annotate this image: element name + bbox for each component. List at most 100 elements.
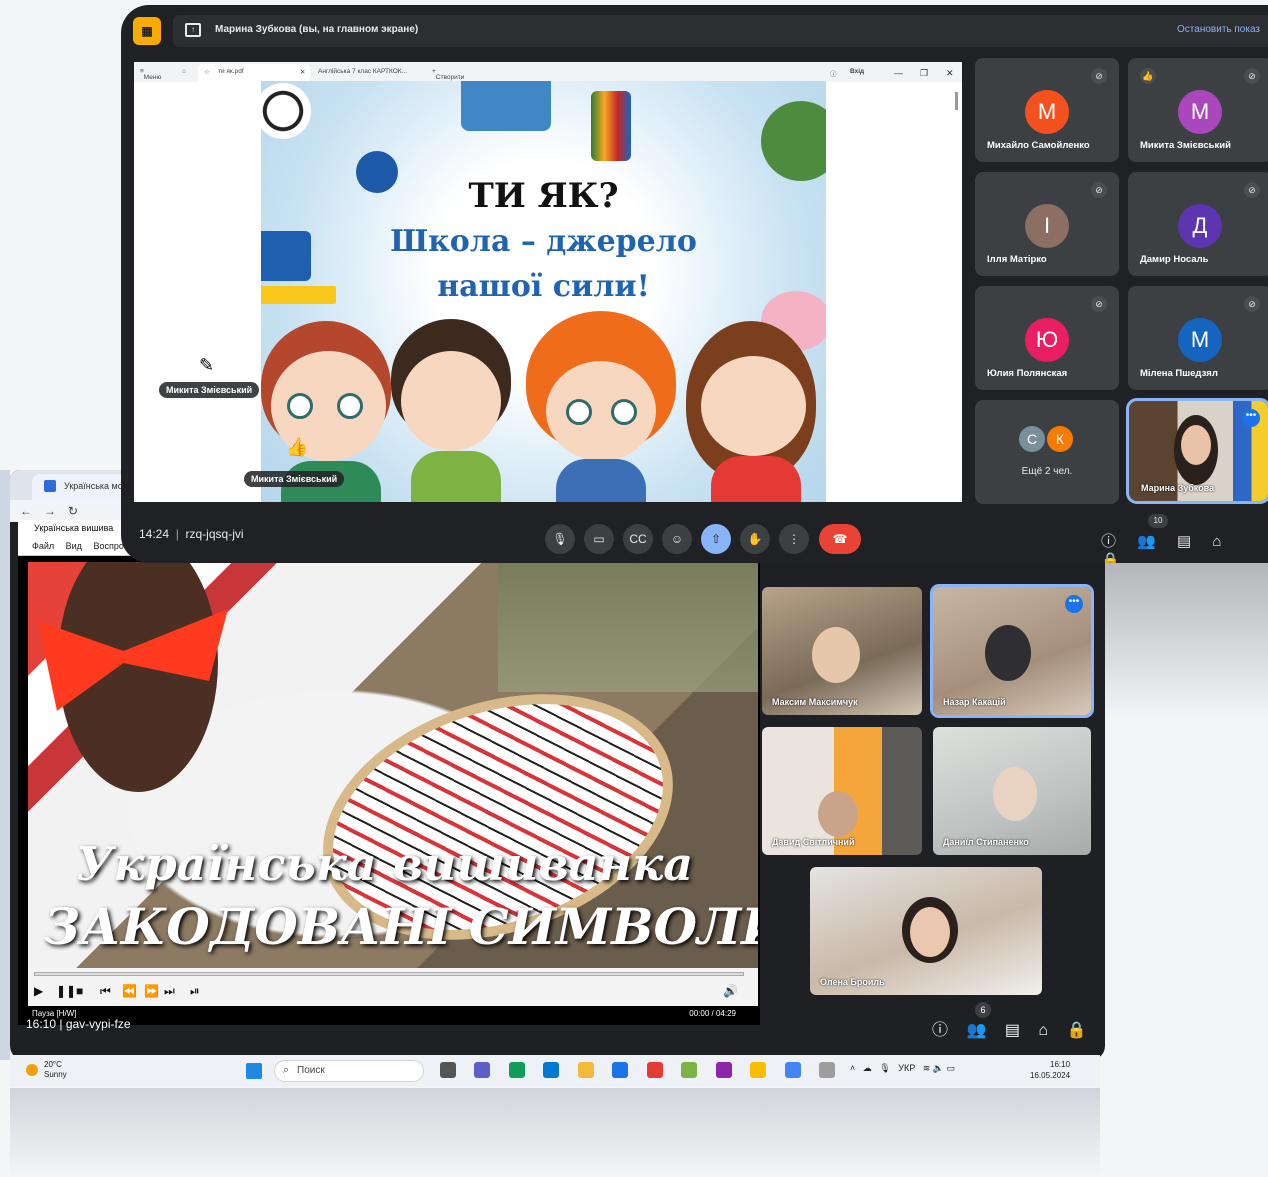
presentation-badge-icon: ▦ xyxy=(133,17,161,45)
captions-icon[interactable]: CC xyxy=(623,524,653,554)
participant-tile[interactable]: Давид Світличний xyxy=(762,727,922,855)
new-tab-button[interactable]: + Створити xyxy=(432,68,464,81)
speaker-icon[interactable]: 🔈 xyxy=(933,1063,944,1073)
chat-icon[interactable]: ▤ xyxy=(1177,533,1191,550)
info-icon[interactable]: ⓘ xyxy=(1101,533,1116,550)
tab-active[interactable] xyxy=(198,64,310,82)
bookmark-star-icon[interactable]: ☆ xyxy=(204,68,210,76)
menu-file[interactable]: Файл xyxy=(32,541,54,551)
photos-icon[interactable] xyxy=(681,1062,698,1078)
soccer-ball-icon xyxy=(261,83,311,139)
battery-icon[interactable]: ▭ xyxy=(947,1063,956,1073)
language-indicator[interactable]: УКР xyxy=(898,1063,915,1073)
browser-tab-label: Українська мов xyxy=(64,481,128,491)
seek-bar[interactable] xyxy=(34,972,744,976)
teams-icon[interactable] xyxy=(474,1062,491,1078)
more-participants-tile[interactable]: С К Ещё 2 чел. xyxy=(975,400,1119,504)
cloud-icon[interactable]: ☁ xyxy=(863,1063,872,1073)
chrome-profile-icon[interactable] xyxy=(784,1062,801,1078)
app-icon[interactable] xyxy=(612,1062,629,1078)
stop-icon[interactable]: ■ xyxy=(76,984,83,998)
edge-icon[interactable] xyxy=(508,1062,525,1078)
taskbar-clock[interactable]: 16:10 16.05.2024 xyxy=(1030,1059,1070,1081)
task-view-icon[interactable] xyxy=(440,1062,456,1078)
participant-tile[interactable]: Олена Броиль xyxy=(810,867,1042,995)
scrollbar[interactable] xyxy=(955,92,958,110)
close-tab-icon[interactable]: ✕ xyxy=(300,68,305,76)
start-windows-icon[interactable] xyxy=(246,1063,262,1079)
back-arrow-icon[interactable]: ← xyxy=(20,504,32,518)
weather-sun-icon xyxy=(26,1064,38,1076)
activities-icon[interactable]: ⌂ xyxy=(1038,1022,1048,1039)
viber-icon[interactable] xyxy=(715,1062,732,1078)
reflection-effect-right xyxy=(1105,560,1268,720)
video-frame[interactable]: Українська вишиванка ЗАКОДОВАНІ СИМВОЛИ xyxy=(28,562,758,968)
participant-face xyxy=(993,767,1037,821)
more-options-icon[interactable]: ••• xyxy=(1065,595,1083,613)
tab-english-label[interactable]: Англійська 7 клас КАРТКОК... xyxy=(318,68,407,75)
media-player-icon[interactable] xyxy=(818,1062,835,1078)
player-status-bar: Пауза [H/W] 00:00 / 04:29 xyxy=(28,1006,758,1022)
chrome-icon[interactable] xyxy=(750,1062,767,1078)
office-icon[interactable] xyxy=(646,1062,663,1078)
microphone-icon[interactable]: 🎙 xyxy=(545,524,575,554)
participant-tile[interactable]: ⊘ М Михайло Самойленко xyxy=(975,58,1119,162)
stop-sharing-button[interactable]: Остановить показ xyxy=(1177,24,1260,35)
kid-face xyxy=(701,356,806,456)
chevron-up-icon[interactable]: ˄ xyxy=(850,1063,855,1073)
maximize-icon[interactable]: ❐ xyxy=(920,68,928,79)
host-controls-icon[interactable]: 🔒 xyxy=(1101,552,1120,563)
step-icon[interactable]: ⏯ xyxy=(190,984,200,999)
tab-pdf-label[interactable]: ти як.pdf xyxy=(218,68,244,75)
wifi-icon[interactable]: ≋ xyxy=(923,1063,931,1073)
volume-icon[interactable]: 🔊 xyxy=(723,984,738,998)
kid-body xyxy=(711,456,801,502)
fast-forward-icon[interactable]: ⏩ xyxy=(144,984,159,998)
people-icon[interactable]: 👥 xyxy=(966,1022,986,1039)
previous-icon[interactable]: ⏮ xyxy=(100,984,111,999)
menu-button[interactable]: ≡ Меню xyxy=(140,68,161,81)
menu-view[interactable]: Вид xyxy=(66,541,82,551)
more-options-icon[interactable]: ⋮ xyxy=(779,524,809,554)
reload-icon[interactable]: ↻ xyxy=(68,504,78,518)
pause-icon[interactable]: ❚❚ xyxy=(56,984,76,998)
microphone-icon[interactable]: 🎙 xyxy=(879,1063,890,1073)
participant-tile[interactable]: ⊘ І Ілля Матірко xyxy=(975,172,1119,276)
forward-arrow-icon[interactable]: → xyxy=(44,504,56,518)
sign-in-button[interactable]: Вхід xyxy=(850,68,864,75)
self-video-tile[interactable]: ••• Марина Зубкова xyxy=(1126,398,1268,504)
participant-tile[interactable]: ⊘ М Мілена Пшедзял xyxy=(1128,286,1268,390)
more-options-icon[interactable]: ••• xyxy=(1242,409,1260,427)
close-window-icon[interactable]: ✕ xyxy=(946,68,954,79)
participant-tile[interactable]: ••• Назар Какацій xyxy=(930,584,1094,718)
raise-hand-icon[interactable]: ✋ xyxy=(740,524,770,554)
meet-tab-icon xyxy=(44,480,56,492)
info-circle-icon[interactable]: ⓘ xyxy=(830,68,837,78)
host-controls-icon[interactable]: 🔒 xyxy=(1067,1022,1087,1039)
weather-widget[interactable]: 20°C Sunny xyxy=(44,1060,67,1080)
participant-tile[interactable]: 👍 ⊘ М Микита Змієвський xyxy=(1128,58,1268,162)
info-icon[interactable]: ⓘ xyxy=(932,1022,948,1039)
kid-glasses xyxy=(611,399,637,425)
camera-icon[interactable]: ▭ xyxy=(584,524,614,554)
home-icon[interactable]: ⌂ xyxy=(182,68,186,75)
thumbs-up-icon: 👍 xyxy=(286,437,309,457)
participant-tile[interactable]: Даниїл Стипаненко xyxy=(933,727,1091,855)
participant-tile[interactable]: Максим Максимчук xyxy=(762,587,922,715)
play-icon[interactable]: ▶ xyxy=(34,984,43,998)
rewind-icon[interactable]: ⏪ xyxy=(122,984,137,998)
activities-icon[interactable]: ⌂ xyxy=(1212,533,1221,550)
taskbar-search[interactable]: ⌕ Поиск xyxy=(274,1060,424,1082)
participant-tile[interactable]: ⊘ Ю Юлия Полянская xyxy=(975,286,1119,390)
present-screen-icon[interactable]: ⇧ xyxy=(701,524,731,554)
people-icon[interactable]: 👥 xyxy=(1137,533,1156,550)
minimize-icon[interactable]: — xyxy=(894,68,903,78)
participant-tile[interactable]: ⊘ Д Дамир Носаль xyxy=(1128,172,1268,276)
participant-name: Микита Змієвський xyxy=(1140,140,1231,151)
next-icon[interactable]: ⏭ xyxy=(164,984,175,999)
file-explorer-icon[interactable] xyxy=(577,1062,594,1078)
emoji-icon[interactable]: ☺ xyxy=(662,524,692,554)
store-icon[interactable] xyxy=(543,1062,560,1078)
end-call-icon[interactable]: ☎ xyxy=(819,524,861,554)
chat-icon[interactable]: ▤ xyxy=(1005,1022,1020,1039)
